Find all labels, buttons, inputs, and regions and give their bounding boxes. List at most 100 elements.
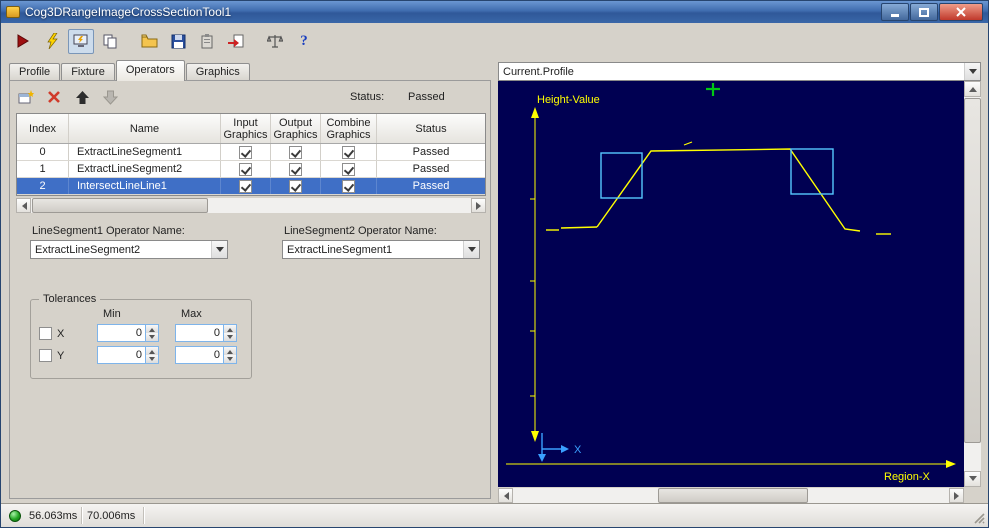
spin-down-icon[interactable] [224, 333, 236, 341]
scroll-right-icon[interactable] [949, 488, 964, 503]
profile-source-value: Current.Profile [503, 65, 574, 78]
cell-name: ExtractLineSegment2 [69, 161, 221, 177]
scroll-down-icon[interactable] [964, 471, 981, 487]
tab-profile[interactable]: Profile [9, 63, 61, 81]
move-up-button[interactable] [70, 86, 94, 108]
run-icon [17, 34, 29, 48]
input-graphics-checkbox[interactable] [239, 162, 252, 176]
run-button[interactable] [10, 29, 36, 54]
calibration-button[interactable] [262, 29, 288, 54]
chevron-down-icon[interactable] [211, 241, 227, 258]
scroll-right-icon[interactable] [471, 198, 486, 213]
output-graphics-checkbox[interactable] [289, 145, 302, 159]
header-index[interactable]: Index [17, 114, 69, 143]
y-min-spinner[interactable]: 0 [97, 346, 159, 364]
spin-down-icon[interactable] [146, 355, 158, 363]
spin-up-icon[interactable] [224, 325, 236, 333]
linesegment1-label: LineSegment1 Operator Name: [32, 225, 185, 237]
spin-up-icon[interactable] [146, 325, 158, 333]
main-toolbar: ? [1, 23, 988, 59]
y-axis-label: Height-Value [537, 94, 600, 106]
line-region-marker-1[interactable] [600, 152, 643, 199]
scrollbar-thumb[interactable] [32, 198, 208, 213]
header-output-graphics[interactable]: Output Graphics [271, 114, 321, 143]
status-label: Status: [350, 91, 385, 103]
chevron-down-icon[interactable] [463, 241, 479, 258]
line-region-marker-2[interactable] [790, 148, 834, 195]
cursor-cross-icon[interactable] [706, 83, 720, 96]
close-button[interactable] [939, 3, 983, 21]
tab-fixture-label: Fixture [71, 66, 105, 78]
import-button[interactable] [223, 29, 249, 54]
combine-graphics-checkbox[interactable] [342, 179, 355, 193]
scrollbar-thumb[interactable] [964, 98, 981, 443]
cell-name: ExtractLineSegment1 [69, 144, 221, 160]
chevron-down-icon[interactable] [964, 63, 980, 80]
electric-trigger-button[interactable] [39, 29, 65, 54]
table-row[interactable]: 1 ExtractLineSegment2 Passed [17, 161, 485, 178]
x-min-spinner[interactable]: 0 [97, 324, 159, 342]
header-status[interactable]: Status [377, 114, 485, 143]
profile-source-combobox[interactable]: Current.Profile [498, 62, 981, 81]
minimize-button[interactable] [881, 3, 909, 21]
live-display-button[interactable] [68, 28, 94, 54]
origin-axis-label: X [574, 444, 582, 456]
save-file-button[interactable] [165, 29, 191, 54]
spin-down-icon[interactable] [146, 333, 158, 341]
input-graphics-checkbox[interactable] [239, 145, 252, 159]
output-graphics-checkbox[interactable] [289, 162, 302, 176]
title-bar[interactable]: Cog3DRangeImageCrossSectionTool1 [1, 1, 988, 23]
spin-up-icon[interactable] [146, 347, 158, 355]
resize-grip[interactable] [973, 512, 986, 525]
scroll-left-icon[interactable] [498, 488, 513, 503]
app-icon [6, 6, 20, 18]
cell-status: Passed [412, 180, 450, 192]
delete-icon [48, 91, 60, 103]
combine-graphics-checkbox[interactable] [342, 162, 355, 176]
open-file-button[interactable] [136, 29, 162, 54]
delete-operator-button[interactable] [42, 86, 66, 108]
help-button[interactable]: ? [291, 29, 317, 54]
header-name[interactable]: Name [69, 114, 221, 143]
x-min-value: 0 [135, 327, 142, 339]
table-row[interactable]: 0 ExtractLineSegment1 Passed [17, 144, 485, 161]
header-combine-graphics[interactable]: Combine Graphics [321, 114, 377, 143]
add-operator-button[interactable] [14, 86, 38, 108]
save-file-icon [171, 34, 185, 48]
tab-fixture[interactable]: Fixture [61, 63, 115, 81]
table-horizontal-scrollbar[interactable] [16, 198, 486, 213]
tab-graphics[interactable]: Graphics [185, 63, 250, 81]
maximize-icon [919, 7, 929, 17]
clipboard-button[interactable] [194, 29, 220, 54]
combine-graphics-checkbox[interactable] [342, 145, 355, 159]
maximize-button[interactable] [910, 3, 938, 21]
plot-vertical-scrollbar[interactable] [964, 81, 981, 487]
tab-graphics-label: Graphics [195, 66, 240, 78]
process-time: 56.063ms [29, 510, 78, 522]
scroll-left-icon[interactable] [16, 198, 31, 213]
input-graphics-checkbox[interactable] [239, 179, 252, 193]
plot-horizontal-scrollbar[interactable] [498, 488, 964, 503]
header-input-graphics[interactable]: Input Graphics [221, 114, 271, 143]
copy-results-button[interactable] [97, 29, 123, 54]
operators-table: Index Name Input Graphics Output Graphic… [16, 113, 486, 196]
linesegment2-combobox[interactable]: ExtractLineSegment1 [282, 240, 480, 259]
spin-down-icon[interactable] [224, 355, 236, 363]
move-down-button[interactable] [98, 86, 122, 108]
table-row-selected[interactable]: 2 IntersectLineLine1 Passed [17, 178, 485, 195]
y-max-spinner[interactable]: 0 [175, 346, 237, 364]
move-down-icon [102, 90, 118, 105]
x-max-spinner[interactable]: 0 [175, 324, 237, 342]
electric-trigger-icon [47, 33, 58, 49]
linesegment1-combobox[interactable]: ExtractLineSegment2 [30, 240, 228, 259]
scrollbar-thumb[interactable] [658, 488, 808, 503]
y-tolerance-checkbox[interactable] [39, 349, 52, 362]
scroll-up-icon[interactable] [964, 81, 981, 97]
profile-plot-area[interactable]: Height-Value Region-X X [498, 81, 964, 487]
x-tolerance-checkbox[interactable] [39, 327, 52, 340]
tab-operators[interactable]: Operators [115, 60, 185, 81]
y-tolerance-label: Y [57, 350, 65, 362]
output-graphics-checkbox[interactable] [289, 179, 302, 193]
spin-up-icon[interactable] [224, 347, 236, 355]
x-max-value: 0 [213, 327, 220, 339]
